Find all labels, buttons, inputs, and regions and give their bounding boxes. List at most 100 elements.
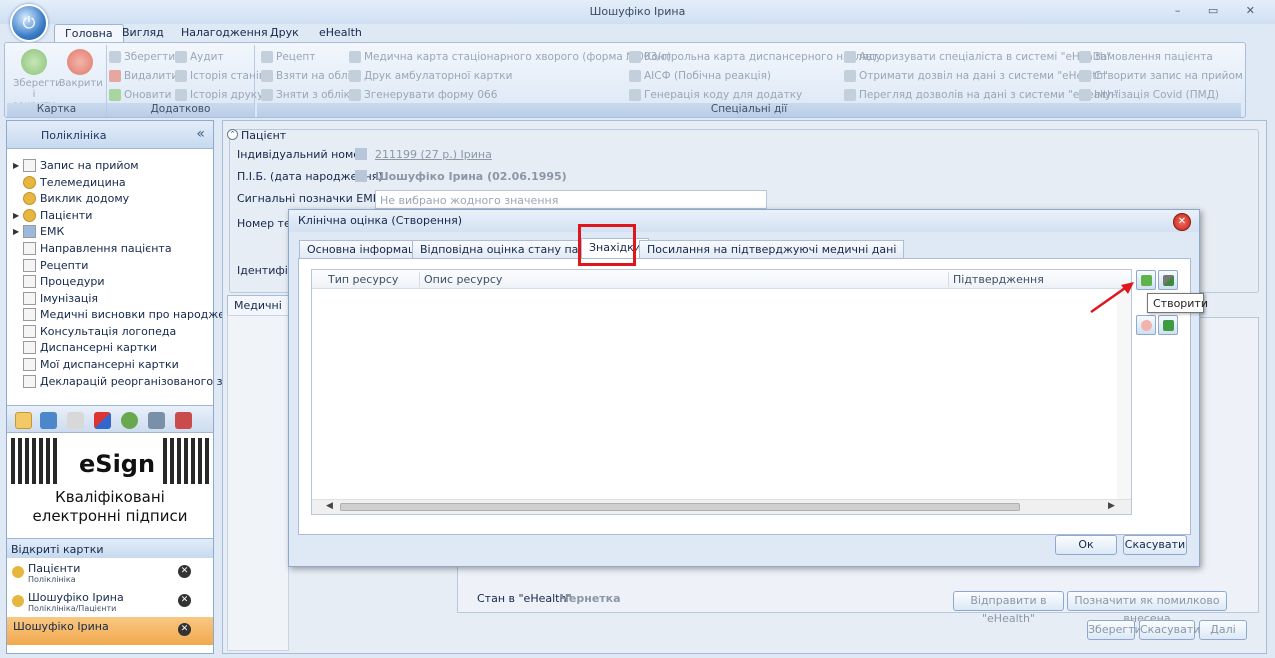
tab-print[interactable]: Друк xyxy=(260,24,309,43)
group-card-label: Картка xyxy=(7,103,106,117)
sync-icon[interactable] xyxy=(121,412,138,429)
collapse-icon[interactable]: « xyxy=(196,126,205,142)
nav-telemedicine[interactable]: Телемедицина xyxy=(13,174,126,190)
create-appointment-button[interactable]: Створити запис на прийом xyxy=(1079,68,1243,84)
nav-referral[interactable]: Направлення пацієнта xyxy=(13,240,172,256)
scroll-thumb[interactable] xyxy=(340,503,1020,511)
close-card-icon[interactable]: ✕ xyxy=(178,623,191,636)
nav-label: Мої диспансерні картки xyxy=(40,357,179,371)
authorize-specialist-button[interactable]: Авторизувати спеціаліста в системі "eHea… xyxy=(844,49,1111,65)
edit-button[interactable] xyxy=(1158,270,1178,290)
view-permissions-button[interactable]: Перегляд дозволів на дані з системи "eHe… xyxy=(844,87,1119,103)
mark-erroneous-button[interactable]: Позначити як помилково внесена xyxy=(1067,591,1227,625)
save-button[interactable]: Зберегти xyxy=(109,49,175,65)
add-document-icon xyxy=(1141,275,1152,286)
dialog-close-icon[interactable]: ✕ xyxy=(1173,213,1191,231)
nav-emk[interactable]: ▶ ЕМК xyxy=(13,223,64,239)
send-ehealth-button[interactable]: Відправити в "eHealth" xyxy=(953,591,1064,625)
close-card-icon[interactable]: ✕ xyxy=(178,594,191,607)
get-permission-button[interactable]: Отримати дозвіл на дані з системи "eHeal… xyxy=(844,68,1108,84)
inpatient-card-button[interactable]: Медична карта стаціонарного хворого (фор… xyxy=(349,49,671,65)
save-record-button[interactable]: Зберегти xyxy=(1087,620,1142,640)
nav-appointment[interactable]: ▶ Запис на прийом xyxy=(13,157,139,173)
export-button[interactable] xyxy=(1158,315,1178,335)
tab-view[interactable]: Вигляд xyxy=(112,24,174,43)
save-close-button[interactable]: Зберегти і закрити xyxy=(13,49,62,111)
nav-immunization[interactable]: Імунізація xyxy=(13,290,98,306)
next-button[interactable]: Далі xyxy=(1199,620,1247,640)
nav-my-dispensary-cards[interactable]: Мої диспансерні картки xyxy=(13,356,179,372)
column-resource-type[interactable]: Тип ресурсу xyxy=(328,273,398,286)
collapse-section-icon[interactable]: ⌃ xyxy=(227,129,238,140)
nav-declarations[interactable]: Декларацій реорганізованого закл xyxy=(13,373,243,389)
id-value[interactable]: 211199 (27 р.) Ірина xyxy=(375,148,492,161)
patient-order-button[interactable]: Замовлення пацієнта xyxy=(1079,49,1213,65)
document-icon xyxy=(23,340,36,354)
esign-promo[interactable]: eSign Кваліфіковані електронні підписи xyxy=(7,434,213,534)
calendar-check-icon[interactable] xyxy=(175,412,192,429)
print-history-button[interactable]: Історія друку xyxy=(175,87,263,103)
nav-patients[interactable]: ▶ Пацієнти xyxy=(13,207,92,223)
tab-medical-docs[interactable]: Медичні до xyxy=(227,295,297,325)
scroll-left-icon[interactable]: ◀ xyxy=(326,501,333,511)
nav-prescriptions[interactable]: Рецепти xyxy=(13,257,88,273)
expand-arrow-icon[interactable]: ▶ xyxy=(13,161,23,170)
findings-grid[interactable]: Тип ресурсу Опис ресурсу Підтвердження ◀… xyxy=(311,269,1132,515)
print-outpatient-button[interactable]: Друк амбулаторної картки xyxy=(349,68,512,84)
permission-icon xyxy=(844,70,856,82)
history-icon xyxy=(175,70,187,82)
create-button[interactable] xyxy=(1136,270,1156,290)
blocks-icon[interactable] xyxy=(94,412,111,429)
prescription-button[interactable]: Рецепт xyxy=(261,49,315,65)
nav-dispensary-cards[interactable]: Диспансерні картки xyxy=(13,339,157,355)
audit-button[interactable]: Аудит xyxy=(175,49,224,65)
refresh-button[interactable]: Оновити xyxy=(109,87,172,103)
generate-066-button[interactable]: Згенерувати форму 066 xyxy=(349,87,497,103)
vertical-scrollbar[interactable] xyxy=(1117,289,1131,499)
clinic-module-icon[interactable] xyxy=(15,412,32,429)
network-icon[interactable] xyxy=(40,412,57,429)
nav-label: Медичні висновки про народженн xyxy=(40,307,240,321)
app-code-button[interactable]: Генерація коду для додатку xyxy=(629,87,802,103)
nav-speech-therapist[interactable]: Консультація логопеда xyxy=(13,323,176,339)
cancel-button[interactable]: Скасувати xyxy=(1123,535,1187,555)
nav-home-call[interactable]: Виклик додому xyxy=(13,190,129,206)
app-menu-orb-icon[interactable]: ⏻ xyxy=(10,4,48,42)
expand-arrow-icon[interactable]: ▶ xyxy=(13,211,23,220)
cancel-record-button[interactable]: Скасувати xyxy=(1139,620,1200,640)
signals-select[interactable]: Не вибрано жодного значення xyxy=(375,190,767,209)
window-title: Шошуфіко Ірина xyxy=(589,5,686,18)
delete-button[interactable]: Видалити xyxy=(109,68,178,84)
horizontal-scrollbar[interactable]: ◀ ▶ xyxy=(312,499,1131,514)
delete-button[interactable] xyxy=(1136,315,1156,335)
open-card-item[interactable]: Пацієнти Поліклініка ✕ xyxy=(7,559,213,587)
tab-ehealth[interactable]: eHealth xyxy=(309,24,372,43)
left-panel: Поліклініка « ▶ Запис на прийом Телемедиц… xyxy=(6,120,243,654)
covid-immunization-button[interactable]: Імунізація Covid (ПМД) xyxy=(1079,87,1219,103)
expand-arrow-icon[interactable]: ▶ xyxy=(13,227,23,236)
ok-button[interactable]: Ок xyxy=(1055,535,1117,555)
deregister-icon xyxy=(261,89,273,101)
close-button[interactable]: Закрити xyxy=(59,49,103,89)
nav-procedures[interactable]: Процедури xyxy=(13,273,105,289)
close-label: Закрити xyxy=(59,78,103,89)
covid-immunization-label: Імунізація Covid (ПМД) xyxy=(1094,89,1219,101)
column-resource-description[interactable]: Опис ресурсу xyxy=(424,273,502,286)
open-card-item-active[interactable]: Шошуфіко Ірина ✕ xyxy=(7,617,213,645)
tab-supporting-data[interactable]: Посилання на підтверджуючі медичні дані xyxy=(639,240,905,258)
aisf-button[interactable]: АІСФ (Побічна реакція) xyxy=(629,68,771,84)
register-button[interactable]: Взяти на облік xyxy=(261,68,357,84)
home-icon[interactable] xyxy=(148,412,165,429)
medical-docs-tree xyxy=(227,315,289,651)
window-controls[interactable]: – ▭ ✕ xyxy=(1175,4,1267,17)
close-card-icon[interactable]: ✕ xyxy=(178,565,191,578)
list-icon[interactable] xyxy=(67,412,84,429)
column-separator xyxy=(948,272,949,287)
nav-birth-conclusions[interactable]: Медичні висновки про народженн xyxy=(13,306,239,322)
open-card-item[interactable]: Шошуфіко Ірина Поліклініка/Пацієнти ✕ xyxy=(7,588,213,616)
scroll-right-icon[interactable]: ▶ xyxy=(1108,501,1115,511)
state-history-button[interactable]: Історія станів xyxy=(175,68,265,84)
nav-label: Імунізація xyxy=(40,291,99,305)
column-confirmation[interactable]: Підтвердження xyxy=(953,273,1044,286)
deregister-button[interactable]: Зняти з обліку xyxy=(261,87,356,103)
